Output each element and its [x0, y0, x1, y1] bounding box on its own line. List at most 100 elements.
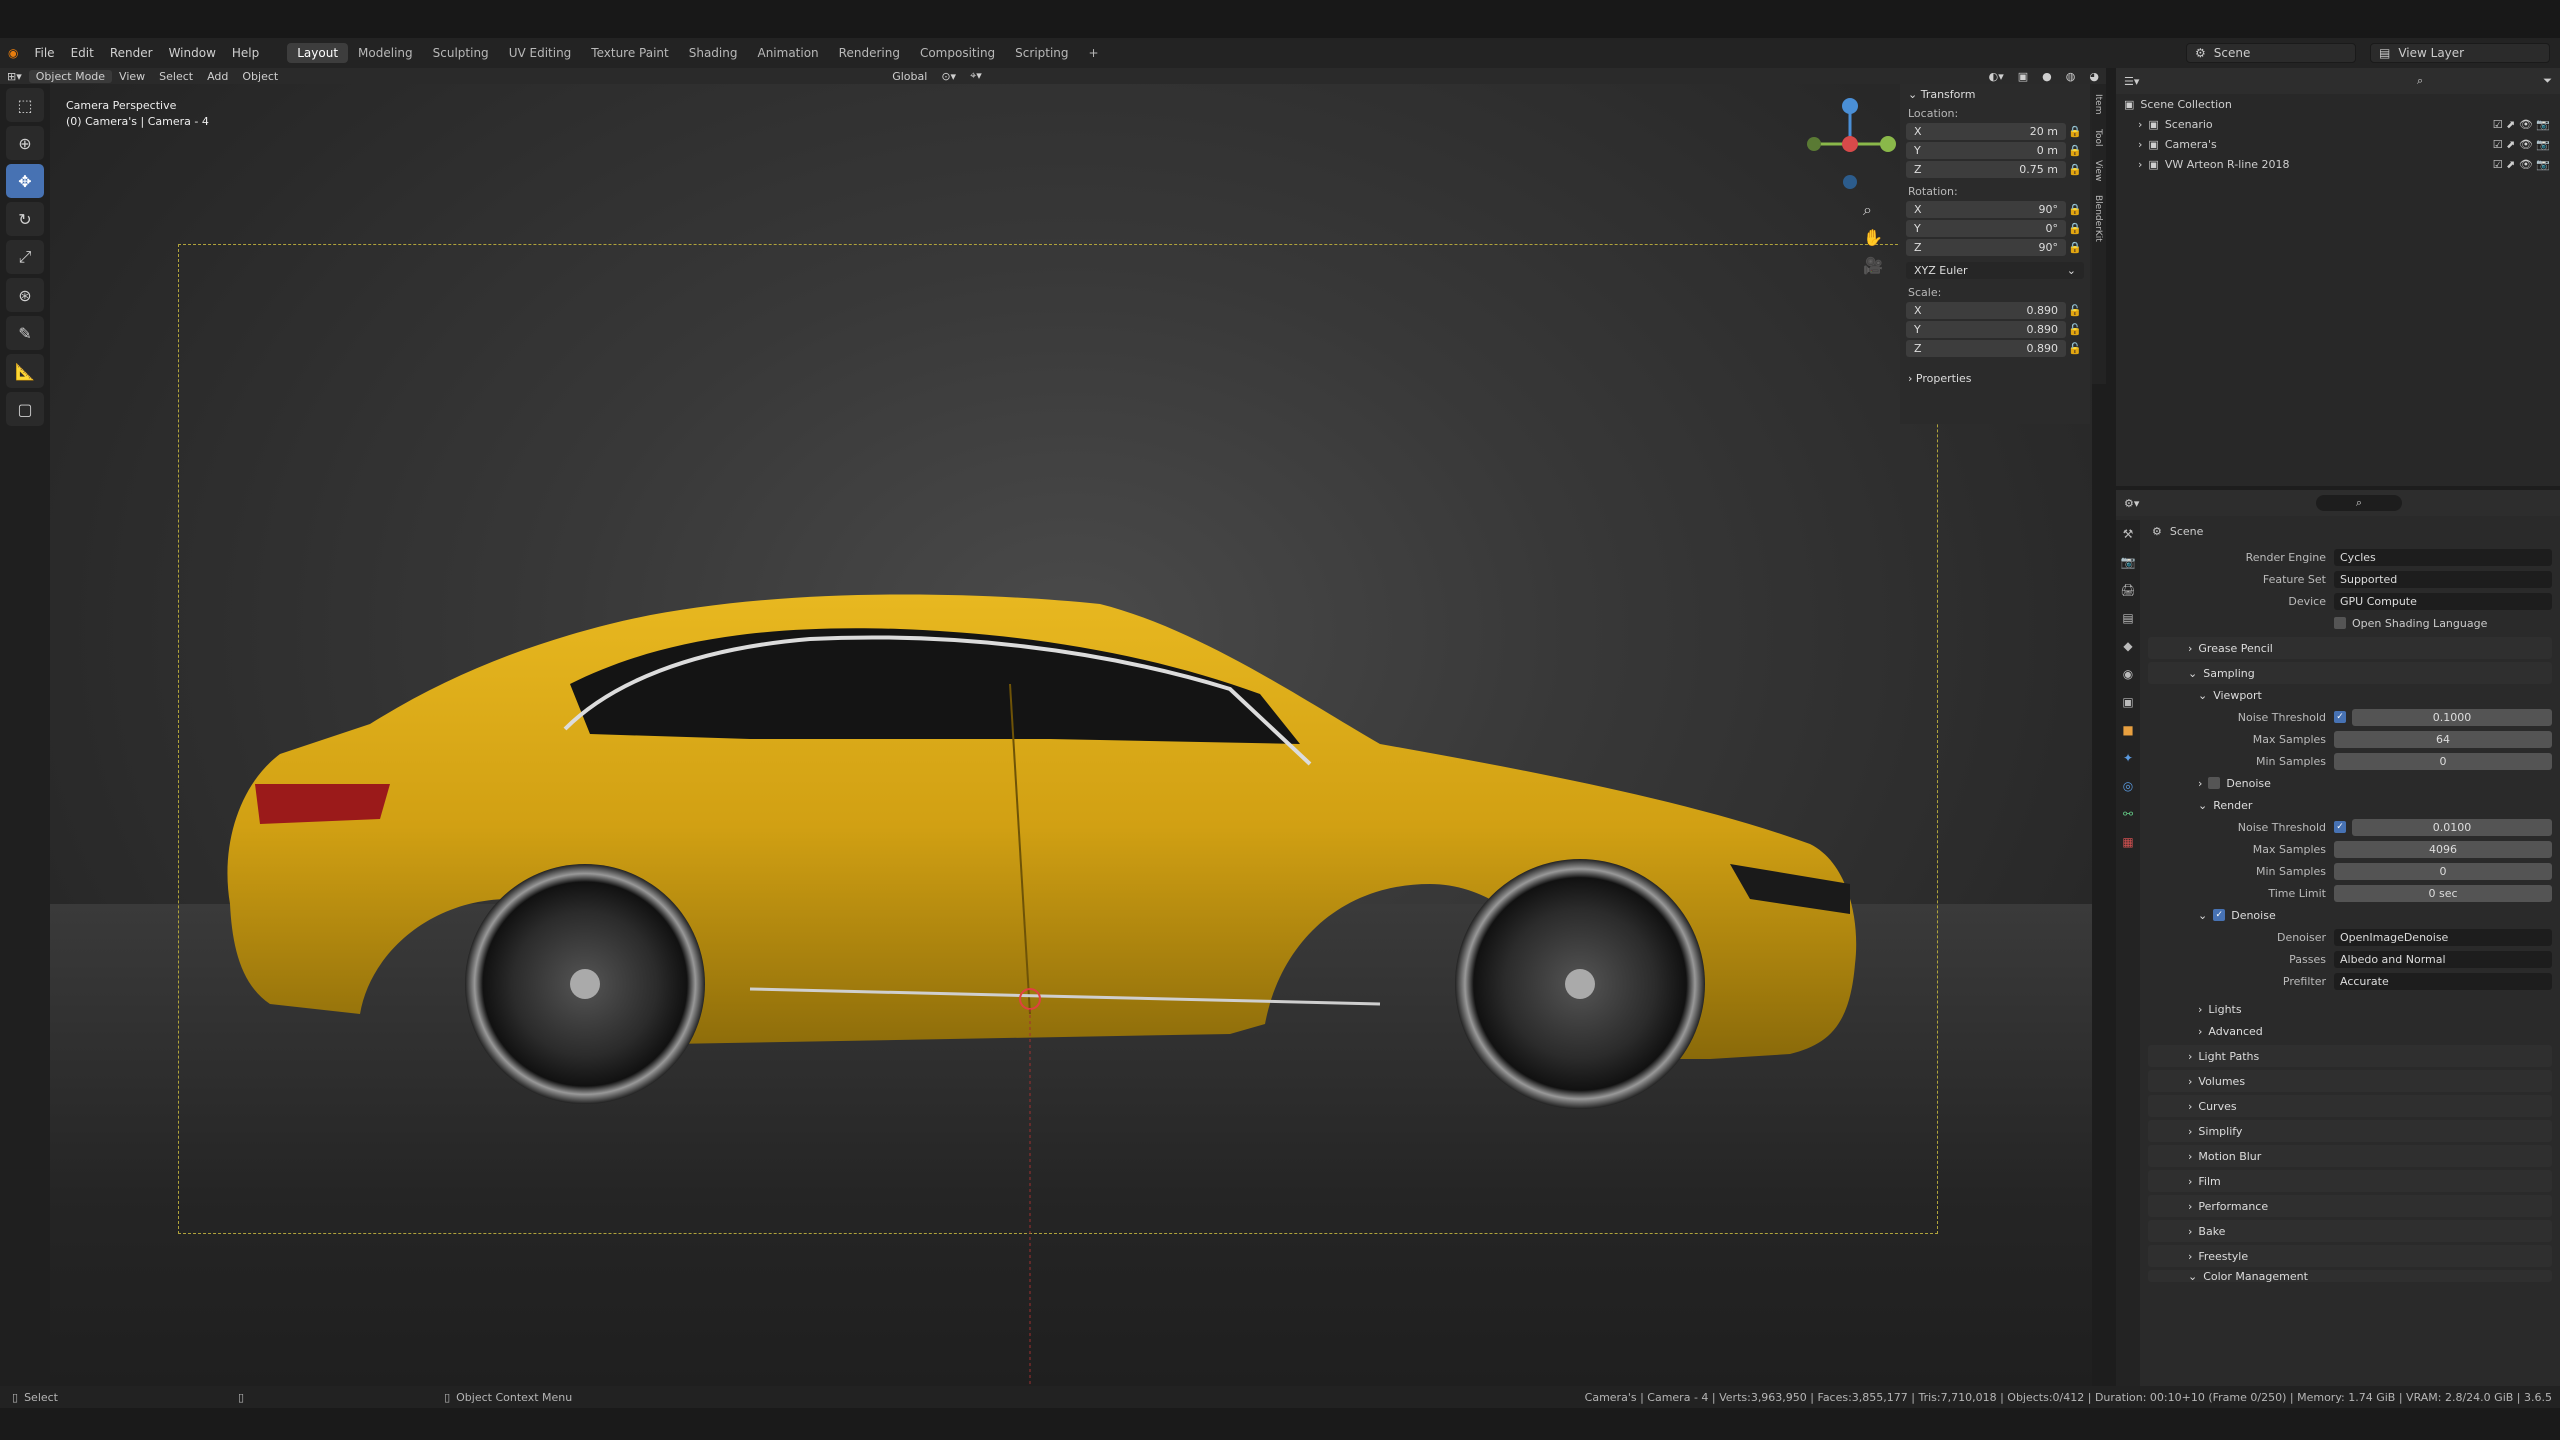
shading-solid-icon[interactable]: ● [2035, 70, 2059, 83]
select-box-icon[interactable]: ⬚ [6, 88, 44, 122]
search-icon[interactable]: ⌕ [2417, 74, 2423, 88]
rotation-mode-select[interactable]: XYZ Euler ⌄ [1906, 262, 2084, 279]
outliner-item-cameras[interactable]: › ▣ Camera's ☑ ⬈ 👁 📷 [2116, 134, 2560, 154]
osl-checkbox[interactable] [2334, 617, 2346, 629]
prefilter-select[interactable]: Accurate [2334, 972, 2552, 990]
section-color-management[interactable]: ⌄ Color Management [2148, 1270, 2552, 1282]
expand-icon[interactable]: › [2138, 138, 2142, 151]
tab-compositing[interactable]: Compositing [910, 43, 1005, 63]
xray-icon[interactable]: ▣ [2011, 70, 2035, 83]
r-noise-checkbox[interactable]: ✓ [2334, 821, 2346, 833]
visibility-icons[interactable]: ☑ ⬈ 👁 📷 [2493, 118, 2550, 131]
section-light-paths[interactable]: › Light Paths [2148, 1045, 2552, 1067]
render-tab-icon[interactable]: 📷 [2116, 548, 2140, 576]
r-denoise-checkbox[interactable]: ✓ [2213, 909, 2226, 921]
section-sampling[interactable]: ⌄ Sampling [2148, 662, 2552, 684]
add-cube-icon[interactable]: ▢ [6, 392, 44, 426]
overlays-icon[interactable]: ◐▾ [1982, 70, 2011, 83]
physics-tab-icon[interactable]: ◎ [2116, 772, 2140, 800]
tab-blenderkit[interactable]: BlenderKit [2093, 195, 2103, 242]
view-layer-selector[interactable]: ▤ View Layer [2370, 43, 2550, 63]
lock-icon[interactable]: 🔒 [2066, 144, 2084, 157]
menu-view[interactable]: View [112, 70, 152, 83]
menu-object[interactable]: Object [235, 70, 285, 83]
outliner-item-scenario[interactable]: › ▣ Scenario ☑ ⬈ 👁 📷 [2116, 114, 2560, 134]
subsection-lights[interactable]: › Lights [2144, 998, 2560, 1020]
transform-icon[interactable]: ⊛ [6, 278, 44, 312]
visibility-icons[interactable]: ☑ ⬈ 👁 📷 [2493, 158, 2550, 171]
rotate-icon[interactable]: ↻ [6, 202, 44, 236]
tab-layout[interactable]: Layout [287, 43, 349, 63]
zoom-icon[interactable]: ⌕ [1863, 196, 1883, 224]
section-motion-blur[interactable]: › Motion Blur [2148, 1145, 2552, 1167]
passes-select[interactable]: Albedo and Normal [2334, 950, 2552, 968]
move-icon[interactable]: ✥ [6, 164, 44, 198]
r-min-samples-field[interactable]: 0 [2334, 862, 2552, 880]
vp-min-samples-field[interactable]: 0 [2334, 752, 2552, 770]
section-freestyle[interactable]: › Freestyle [2148, 1245, 2552, 1267]
lock-icon[interactable]: 🔒 [2066, 125, 2084, 138]
measure-icon[interactable]: 📐 [6, 354, 44, 388]
section-performance[interactable]: › Performance [2148, 1195, 2552, 1217]
world-tab-icon[interactable]: ◉ [2116, 660, 2140, 688]
editor-type-icon[interactable]: ⊞▾ [0, 70, 29, 83]
menu-help[interactable]: Help [224, 46, 267, 60]
render-engine-select[interactable]: Cycles [2334, 548, 2552, 566]
tab-shading[interactable]: Shading [679, 43, 748, 63]
tab-rendering[interactable]: Rendering [829, 43, 910, 63]
subsection-advanced[interactable]: › Advanced [2144, 1020, 2560, 1042]
object-tab-icon[interactable]: ■ [2116, 716, 2140, 744]
tab-sculpting[interactable]: Sculpting [423, 43, 499, 63]
lock-icon[interactable]: 🔒 [2066, 163, 2084, 176]
location-y-field[interactable]: Y0 m [1906, 142, 2066, 159]
scale-icon[interactable]: ⤢ [6, 240, 44, 274]
menu-render[interactable]: Render [102, 46, 161, 60]
shading-material-icon[interactable]: ◍ [2059, 70, 2083, 83]
menu-file[interactable]: File [26, 46, 62, 60]
output-tab-icon[interactable]: 🖨 [2116, 576, 2140, 604]
section-film[interactable]: › Film [2148, 1170, 2552, 1192]
time-limit-field[interactable]: 0 sec [2334, 884, 2552, 902]
3d-viewport[interactable]: Camera Perspective (0) Camera's | Camera… [50, 84, 2092, 1386]
shading-rendered-icon[interactable]: ◕ [2082, 70, 2106, 83]
cursor-icon[interactable]: ⊕ [6, 126, 44, 160]
snap-icon[interactable]: ⌖▾ [963, 69, 989, 83]
r-noise-field[interactable]: 0.0100 [2352, 818, 2552, 836]
pan-hand-icon[interactable]: ✋ [1863, 224, 1883, 252]
lock-icon[interactable]: 🔒 [2066, 241, 2084, 254]
menu-add[interactable]: Add [200, 70, 235, 83]
scene-selector[interactable]: ⚙ Scene [2186, 43, 2356, 63]
add-workspace-button[interactable]: + [1079, 43, 1109, 63]
section-bake[interactable]: › Bake [2148, 1220, 2552, 1242]
camera-view-icon[interactable]: 🎥 [1863, 252, 1883, 280]
section-grease-pencil[interactable]: › Grease Pencil [2148, 637, 2552, 659]
tab-item[interactable]: Item [2093, 94, 2103, 115]
filter-icon[interactable]: ⏷ [2543, 74, 2552, 88]
rotation-z-field[interactable]: Z 90° [1906, 239, 2066, 256]
tab-texture-paint[interactable]: Texture Paint [581, 43, 678, 63]
scale-y-field[interactable]: Y 0.890 [1906, 321, 2066, 338]
tab-scripting[interactable]: Scripting [1005, 43, 1078, 63]
unlock-icon[interactable]: 🔓 [2066, 323, 2084, 336]
subsection-r-denoise[interactable]: ⌄ ✓ Denoise [2144, 904, 2560, 926]
unlock-icon[interactable]: 🔓 [2066, 304, 2084, 317]
search-icon[interactable]: ⌕ [2315, 495, 2402, 511]
r-max-samples-field[interactable]: 4096 [2334, 840, 2552, 858]
tab-view[interactable]: View [2093, 160, 2103, 181]
visibility-icons[interactable]: ☑ ⬈ 👁 📷 [2493, 138, 2550, 151]
scale-x-field[interactable]: X 0.890 [1906, 302, 2066, 319]
properties-editor-icon[interactable]: ⚙▾ [2124, 497, 2139, 510]
scene-tab-icon[interactable]: ◆ [2116, 632, 2140, 660]
collection-tab-icon[interactable]: ▣ [2116, 688, 2140, 716]
annotate-icon[interactable]: ✎ [6, 316, 44, 350]
menu-edit[interactable]: Edit [63, 46, 102, 60]
properties-header[interactable]: › Properties [1908, 372, 2082, 385]
denoiser-select[interactable]: OpenImageDenoise [2334, 928, 2552, 946]
rotation-x-field[interactable]: X 90° [1906, 201, 2066, 218]
expand-icon[interactable]: › [2138, 158, 2142, 171]
subsection-render[interactable]: ⌄ Render [2144, 794, 2560, 816]
transform-orientation[interactable]: Global [885, 70, 934, 83]
menu-window[interactable]: Window [161, 46, 224, 60]
unlock-icon[interactable]: 🔓 [2066, 342, 2084, 355]
tool-tab-icon[interactable]: ⚒ [2116, 520, 2140, 548]
